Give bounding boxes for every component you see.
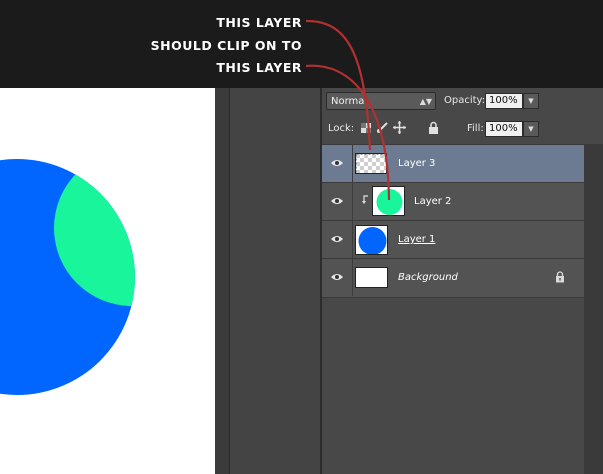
opacity-field[interactable]: 100% <box>485 93 523 109</box>
layer-thumbnail <box>355 225 388 255</box>
row-divider <box>352 145 353 182</box>
layer-row-layer-1[interactable]: Layer 1 <box>322 220 584 258</box>
row-divider <box>352 221 353 258</box>
clip-arrow-icon <box>361 195 369 205</box>
layer-name: Layer 3 <box>398 158 436 169</box>
layer-row-background[interactable]: Background <box>322 258 584 297</box>
blend-mode-select[interactable]: Normal ▲▼ <box>326 92 436 110</box>
annotation-line-3: THIS LAYER <box>216 60 302 75</box>
layer-thumbnail <box>355 267 388 288</box>
eye-icon[interactable] <box>331 158 343 168</box>
canvas-scrollbar-area <box>215 88 230 474</box>
document-canvas[interactable] <box>0 88 215 474</box>
blend-mode-value: Normal <box>331 96 368 107</box>
blend-row: Normal ▲▼ Opacity: 100% ▼ <box>322 88 584 116</box>
row-divider <box>322 297 584 298</box>
layers-scrollbar[interactable] <box>584 144 603 474</box>
collapsed-panel-dock <box>230 88 320 474</box>
eye-icon[interactable] <box>331 234 343 244</box>
eye-icon[interactable] <box>331 272 343 282</box>
lock-icon <box>555 271 565 283</box>
layer-thumbnail <box>372 186 405 216</box>
fill-label: Fill: <box>467 123 484 134</box>
fill-dropdown-button[interactable]: ▼ <box>523 121 539 137</box>
lock-row: Lock: Fill: 100% ▼ <box>322 116 584 144</box>
row-divider <box>352 183 353 220</box>
lock-label: Lock: <box>328 123 355 134</box>
row-divider <box>352 259 353 296</box>
chevron-updown-icon: ▲▼ <box>419 97 432 106</box>
layer-name: Background <box>398 272 458 283</box>
canvas-artwork <box>0 159 135 395</box>
checkerboard-icon <box>355 153 387 174</box>
annotation-line-2: SHOULD CLIP ON TO <box>150 38 302 53</box>
layer-name: Layer 2 <box>414 196 452 207</box>
opacity-dropdown-button[interactable]: ▼ <box>523 93 539 109</box>
layer-row-layer-2[interactable]: Layer 2 <box>322 182 584 220</box>
annotation-line-1: THIS LAYER <box>216 15 302 30</box>
fill-field[interactable]: 100% <box>485 121 523 137</box>
opacity-label: Opacity: <box>444 95 486 106</box>
layers-panel: Normal ▲▼ Opacity: 100% ▼ Lock: Fill: 10… <box>322 88 603 474</box>
layer-row-layer-3[interactable]: Layer 3 <box>322 144 584 182</box>
checkerboard-icon[interactable] <box>361 123 371 133</box>
move-icon[interactable] <box>393 121 406 134</box>
lock-icon[interactable] <box>428 121 439 134</box>
green-circle <box>54 159 135 306</box>
brush-icon[interactable] <box>376 121 389 134</box>
eye-icon[interactable] <box>331 196 343 206</box>
layer-name: Layer 1 <box>398 234 436 245</box>
